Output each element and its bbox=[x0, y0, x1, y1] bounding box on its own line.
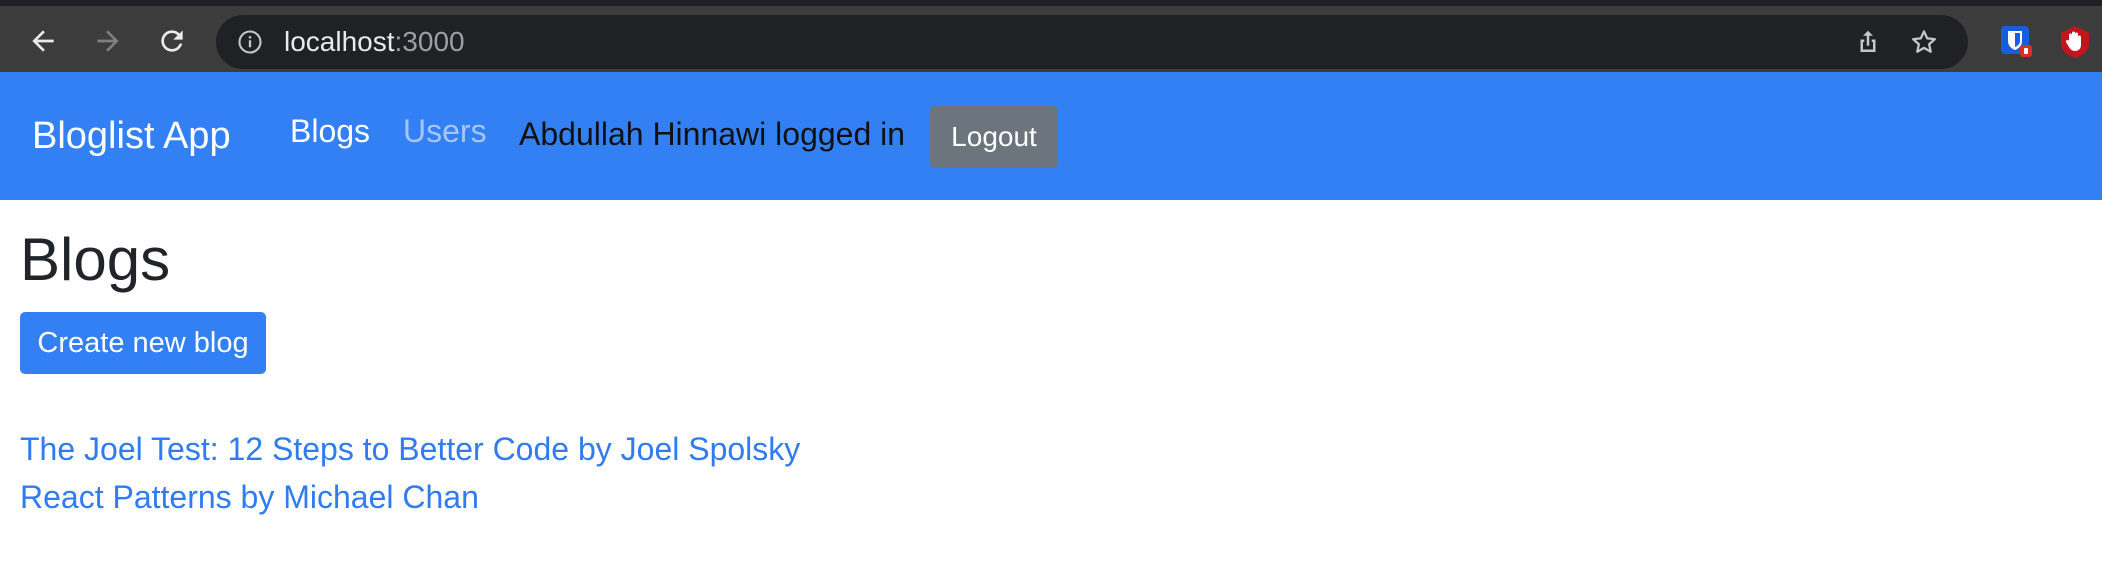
bitwarden-extension-button[interactable] bbox=[2000, 25, 2034, 59]
create-new-blog-button[interactable]: Create new blog bbox=[20, 312, 266, 374]
url-text[interactable]: localhost:3000 bbox=[284, 26, 465, 58]
arrow-left-icon bbox=[32, 30, 54, 52]
arrow-right-icon bbox=[97, 30, 119, 52]
back-button[interactable] bbox=[21, 19, 65, 63]
ublock-extension-icon bbox=[2061, 26, 2089, 58]
blog-link[interactable]: React Patterns by Michael Chan bbox=[20, 473, 800, 521]
url-host: localhost bbox=[284, 26, 395, 57]
ublock-extension-button[interactable] bbox=[2058, 25, 2092, 59]
blog-list: The Joel Test: 12 Steps to Better Code b… bbox=[20, 425, 800, 521]
bookmark-button[interactable] bbox=[1908, 26, 1940, 58]
share-button[interactable] bbox=[1852, 26, 1884, 58]
site-info-button[interactable] bbox=[236, 28, 264, 56]
share-icon bbox=[1860, 30, 1876, 52]
info-icon bbox=[238, 30, 262, 54]
nav-link-users[interactable]: Users bbox=[403, 112, 487, 150]
navbar-brand[interactable]: Bloglist App bbox=[32, 114, 231, 158]
nav-link-blogs[interactable]: Blogs bbox=[290, 112, 370, 150]
blog-link[interactable]: The Joel Test: 12 Steps to Better Code b… bbox=[20, 425, 800, 473]
browser-toolbar: localhost:3000 bbox=[0, 0, 2102, 72]
reload-icon bbox=[161, 30, 183, 52]
logged-in-status: Abdullah Hinnawi logged in bbox=[519, 116, 906, 152]
reload-button[interactable] bbox=[150, 19, 194, 63]
logout-button[interactable]: Logout bbox=[930, 106, 1058, 168]
star-icon bbox=[1912, 30, 1936, 53]
address-bar[interactable]: localhost:3000 bbox=[216, 15, 1968, 69]
forward-button[interactable] bbox=[86, 19, 130, 63]
bitwarden-extension-icon bbox=[2001, 26, 2032, 57]
url-port: :3000 bbox=[394, 26, 465, 57]
app-navbar: Bloglist App Blogs Users Abdullah Hinnaw… bbox=[0, 72, 2102, 200]
page-title: Blogs bbox=[20, 226, 171, 293]
